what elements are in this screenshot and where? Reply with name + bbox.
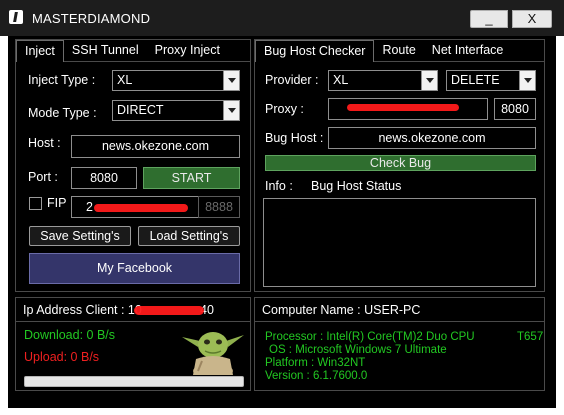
check-bug-button[interactable]: Check Bug	[265, 155, 536, 171]
tab-bug-host-checker[interactable]: Bug Host Checker	[255, 40, 375, 62]
bug-host-status-text: Bug Host Status	[311, 179, 402, 193]
mode-type-value: DIRECT	[117, 103, 164, 117]
fip-checkbox[interactable]	[29, 197, 42, 210]
ip-address-label: Ip Address Client : 10	[23, 303, 142, 317]
proxy-label: Proxy :	[265, 102, 304, 116]
version-text: Version : 6.1.7600.0	[265, 370, 368, 382]
processor-model-text: T657	[517, 331, 544, 343]
yoda-mascot-icon	[182, 332, 244, 375]
bug-host-input[interactable]: news.okezone.com	[328, 127, 536, 149]
port-label: Port :	[28, 170, 58, 184]
bug-host-label: Bug Host :	[265, 131, 324, 145]
minimize-button[interactable]: _	[470, 10, 508, 28]
proxy-port-input[interactable]: 8080	[494, 98, 536, 120]
system-info-panel: Computer Name : USER-PC Processor : Inte…	[254, 297, 545, 391]
inject-type-label: Inject Type :	[28, 73, 96, 87]
port-input[interactable]: 8080	[71, 167, 137, 189]
mode-type-label: Mode Type :	[28, 106, 97, 120]
tab-route[interactable]: Route	[374, 40, 424, 62]
dropdown-arrow-icon[interactable]	[421, 71, 437, 90]
app-icon	[9, 10, 23, 24]
bug-host-tabs: Bug Host Checker Route Net Interface	[255, 40, 544, 62]
upload-speed-text: Upload: 0 B/s	[24, 350, 100, 364]
action-value: DELETE	[451, 73, 500, 87]
platform-text: Platform : Win32NT	[265, 357, 366, 369]
title-bar[interactable]: MASTERDIAMOND _ X	[0, 0, 564, 36]
network-status-panel: Ip Address Client : 10 40 Download: 0 B/…	[15, 297, 251, 391]
tab-inject[interactable]: Inject	[16, 40, 64, 62]
dropdown-arrow-icon[interactable]	[519, 71, 535, 90]
save-settings-button[interactable]: Save Setting's	[29, 226, 131, 246]
dropdown-arrow-icon[interactable]	[223, 101, 239, 120]
os-text: OS : Microsoft Windows 7 Ultimate	[269, 344, 447, 356]
bug-host-result-list[interactable]	[263, 198, 536, 287]
dropdown-arrow-icon[interactable]	[223, 71, 239, 90]
download-speed-text: Download: 0 B/s	[24, 328, 116, 342]
ip-address-redaction	[134, 306, 204, 315]
close-button[interactable]: X	[512, 10, 552, 28]
action-select[interactable]: DELETE	[446, 70, 536, 91]
start-button[interactable]: START	[143, 167, 240, 189]
host-input[interactable]: news.okezone.com	[71, 135, 240, 158]
inject-type-value: XL	[117, 73, 133, 87]
tab-ssh-tunnel[interactable]: SSH Tunnel	[63, 40, 147, 62]
proxy-redaction	[347, 104, 459, 111]
mode-type-select[interactable]: DIRECT	[112, 100, 240, 121]
fip-ip-value: 2	[86, 200, 93, 214]
load-settings-button[interactable]: Load Setting's	[138, 226, 240, 246]
window-title: MASTERDIAMOND	[32, 11, 151, 26]
fip-ip-redaction	[94, 204, 188, 212]
provider-value: XL	[333, 73, 349, 87]
bug-host-panel: Bug Host Checker Route Net Interface Pro…	[254, 39, 545, 292]
computer-name-text: Computer Name : USER-PC	[262, 303, 421, 317]
processor-text: Processor : Intel(R) Core(TM)2 Duo CPU	[265, 331, 475, 343]
provider-label: Provider :	[265, 73, 319, 87]
inject-panel: Inject SSH Tunnel Proxy Inject Inject Ty…	[15, 39, 251, 292]
inject-type-select[interactable]: XL	[112, 70, 240, 91]
client-area: Inject SSH Tunnel Proxy Inject Inject Ty…	[8, 36, 556, 408]
fip-port-input[interactable]: 8888	[198, 196, 240, 218]
tab-net-interface[interactable]: Net Interface	[423, 40, 512, 62]
fip-label: FIP	[47, 196, 67, 210]
app-window: MASTERDIAMOND _ X Inject SSH Tunnel Prox…	[0, 0, 564, 415]
info-label: Info :	[265, 179, 293, 193]
inject-tabs: Inject SSH Tunnel Proxy Inject	[16, 40, 250, 62]
host-label: Host :	[28, 136, 61, 150]
tab-proxy-inject[interactable]: Proxy Inject	[146, 40, 228, 62]
my-facebook-button[interactable]: My Facebook	[29, 253, 240, 284]
provider-select[interactable]: XL	[328, 70, 438, 91]
traffic-progress-bar	[24, 376, 244, 387]
